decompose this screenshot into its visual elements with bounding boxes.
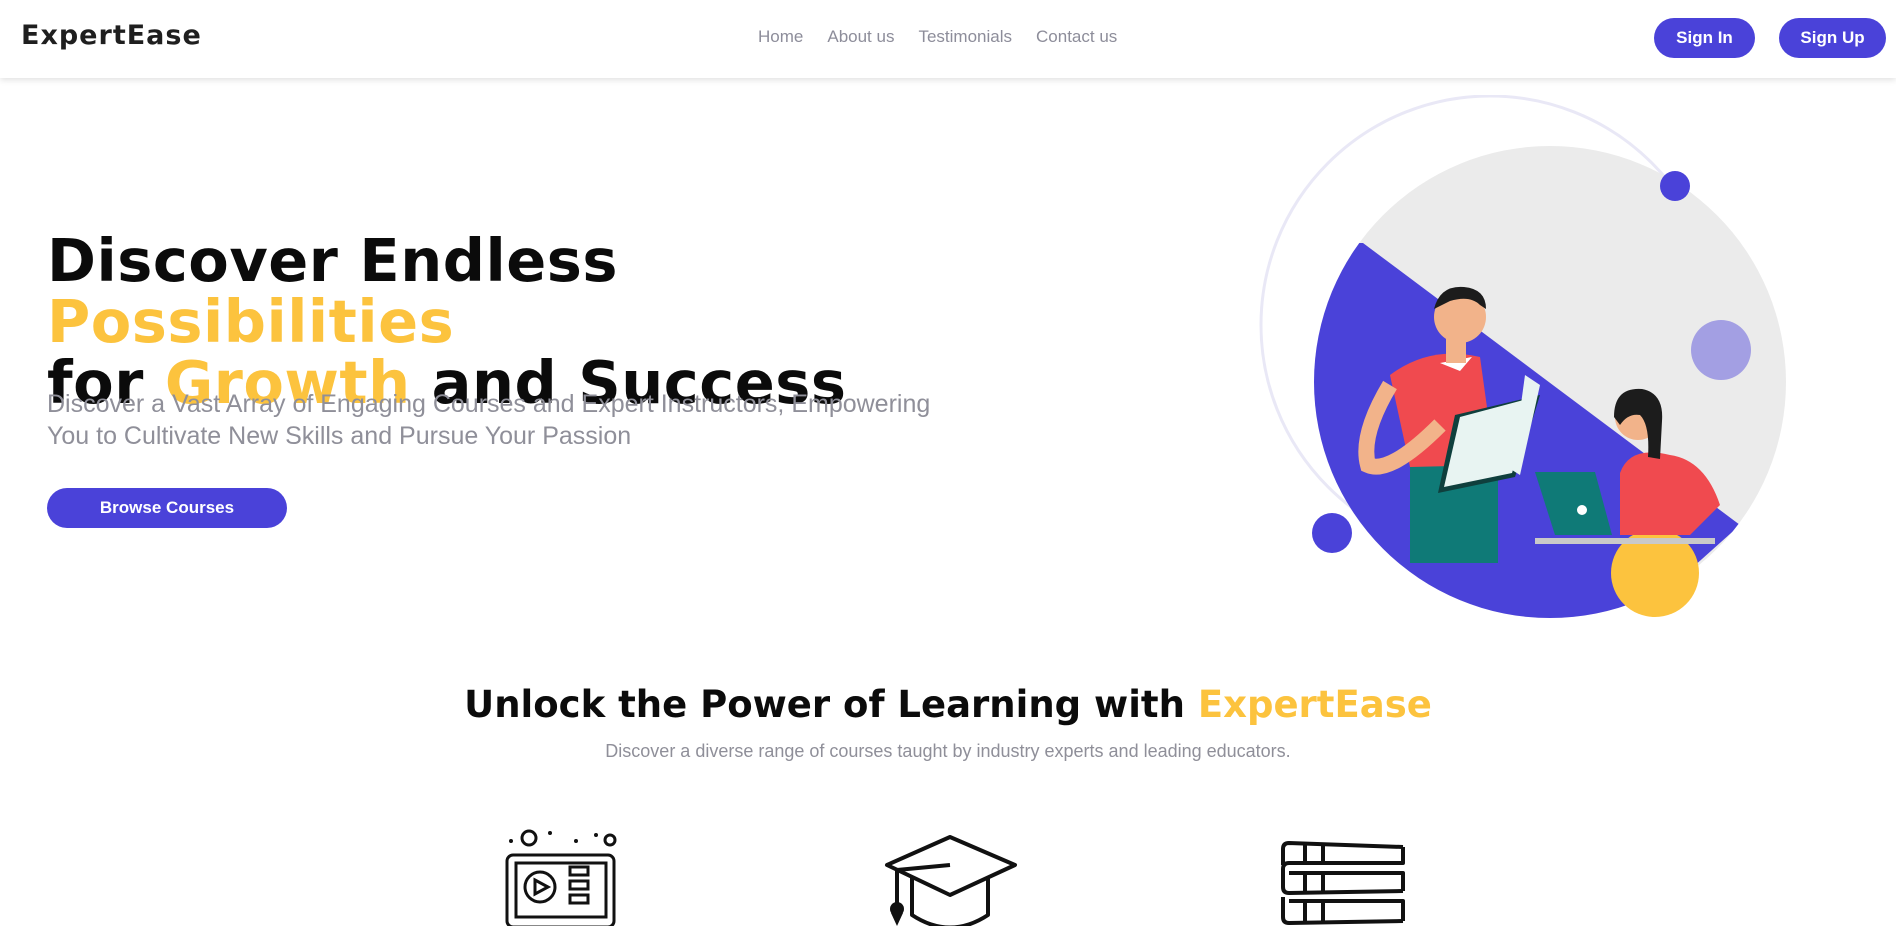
- nav-about-link[interactable]: About us: [827, 27, 894, 47]
- site-header: ExpertEase Home About us Testimonials Co…: [0, 0, 1896, 78]
- hero-subtitle: Discover a Vast Array of Engaging Course…: [47, 390, 931, 450]
- nav-testimonials-link[interactable]: Testimonials: [918, 27, 1012, 47]
- features-title-accent: ExpertEase: [1197, 683, 1432, 726]
- graduation-cap-icon: [885, 835, 1017, 926]
- sign-in-button[interactable]: Sign In: [1654, 18, 1755, 58]
- nav-home-link[interactable]: Home: [758, 27, 803, 47]
- hero-title-part1: Discover Endless: [47, 226, 618, 295]
- nav-contact-link[interactable]: Contact us: [1036, 27, 1117, 47]
- features-subtitle: Discover a diverse range of courses taug…: [605, 741, 1291, 761]
- books-stack-icon: [1281, 841, 1405, 925]
- main-nav: Home About us Testimonials Contact us: [758, 27, 1117, 47]
- video-lesson-icon: [505, 829, 617, 926]
- hero-illustration: [1259, 95, 1786, 631]
- browse-courses-button[interactable]: Browse Courses: [47, 488, 287, 528]
- features-title-part1: Unlock the Power of Learning with: [464, 683, 1198, 726]
- hero-title: Discover Endless Possibilities for Growt…: [47, 230, 1007, 413]
- sign-up-button[interactable]: Sign Up: [1779, 18, 1886, 58]
- hero-title-accent1: Possibilities: [47, 287, 455, 356]
- brand-logo[interactable]: ExpertEase: [21, 20, 202, 51]
- features-title: Unlock the Power of Learning with Expert…: [0, 683, 1896, 726]
